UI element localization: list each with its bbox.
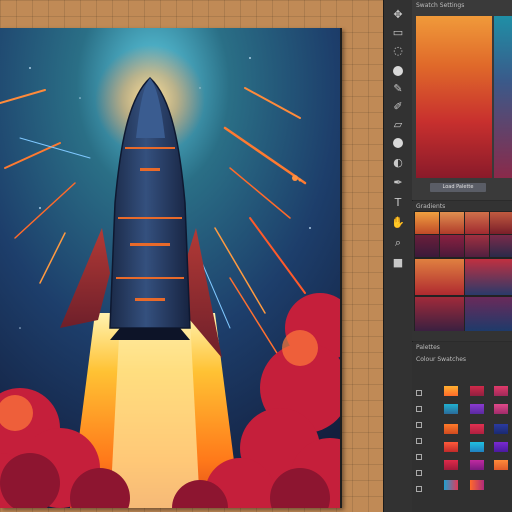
color-chip[interactable]	[470, 404, 484, 414]
swatch-grid-warm[interactable]	[416, 16, 492, 178]
layer-icon[interactable]	[416, 454, 422, 460]
layer-icon[interactable]	[416, 390, 422, 396]
layer-icon[interactable]	[416, 470, 422, 476]
pen-icon[interactable]: ✒	[391, 176, 405, 190]
tools-toolbar: ✥ ▭ ◌ ✎ ✐ ▱ ◐ ✒ T ✋ ⌕ ■	[383, 0, 413, 512]
move-icon[interactable]: ✥	[391, 8, 405, 22]
load-palette-button[interactable]: Load Palette	[430, 183, 486, 192]
layer-icon[interactable]	[416, 438, 422, 444]
gradients-panel: Gradients	[412, 201, 512, 341]
swatch-grid-cool[interactable]	[494, 16, 512, 178]
hand-icon[interactable]: ✋	[391, 216, 405, 230]
layer-icon[interactable]	[416, 406, 422, 412]
panel-subtitle: Colour Swatches	[416, 356, 467, 363]
color-chip[interactable]	[494, 442, 508, 452]
eraser-icon[interactable]: ▱	[391, 118, 405, 132]
layer-icon[interactable]	[416, 422, 422, 428]
color-chip[interactable]	[470, 442, 484, 452]
gradient-grid[interactable]	[414, 211, 512, 331]
color-chip[interactable]	[444, 442, 458, 452]
rocket-illustration	[0, 28, 340, 508]
color-chip-icon[interactable]: ■	[391, 256, 405, 270]
color-chip[interactable]	[444, 460, 458, 470]
brush-icon[interactable]: ✐	[391, 100, 405, 114]
color-chip[interactable]	[494, 404, 508, 414]
dodge-icon[interactable]: ◐	[391, 156, 405, 170]
color-chip[interactable]	[470, 460, 484, 470]
colour-swatches-panel: Palettes Colour Swatches	[412, 342, 512, 512]
color-chip[interactable]	[470, 386, 484, 396]
lasso-icon[interactable]: ◌	[391, 44, 405, 58]
color-chip[interactable]	[444, 480, 458, 490]
canvas-workspace[interactable]	[0, 0, 383, 512]
color-chip[interactable]	[444, 424, 458, 434]
swatches-panel: Swatch Settings Load Palette	[412, 0, 512, 200]
color-chip[interactable]	[494, 460, 508, 470]
marquee-icon[interactable]: ▭	[391, 26, 405, 40]
color-chip[interactable]	[444, 404, 458, 414]
eyedropper-icon[interactable]: ✎	[391, 82, 405, 96]
panel-title: Swatch Settings	[416, 2, 465, 9]
color-chip[interactable]	[444, 386, 458, 396]
color-chip[interactable]	[494, 386, 508, 396]
type-icon[interactable]: T	[391, 196, 405, 210]
panel-title: Gradients	[416, 203, 446, 210]
layer-icon[interactable]	[416, 486, 422, 492]
color-chip[interactable]	[470, 424, 484, 434]
color-chip[interactable]	[494, 424, 508, 434]
color-chip[interactable]	[470, 480, 484, 490]
panel-title: Palettes	[416, 344, 440, 351]
zoom-icon[interactable]: ⌕	[391, 236, 405, 250]
crop-icon[interactable]	[393, 66, 403, 76]
artboard-rocket-illustration[interactable]	[0, 28, 342, 508]
fill-icon[interactable]	[393, 138, 403, 148]
